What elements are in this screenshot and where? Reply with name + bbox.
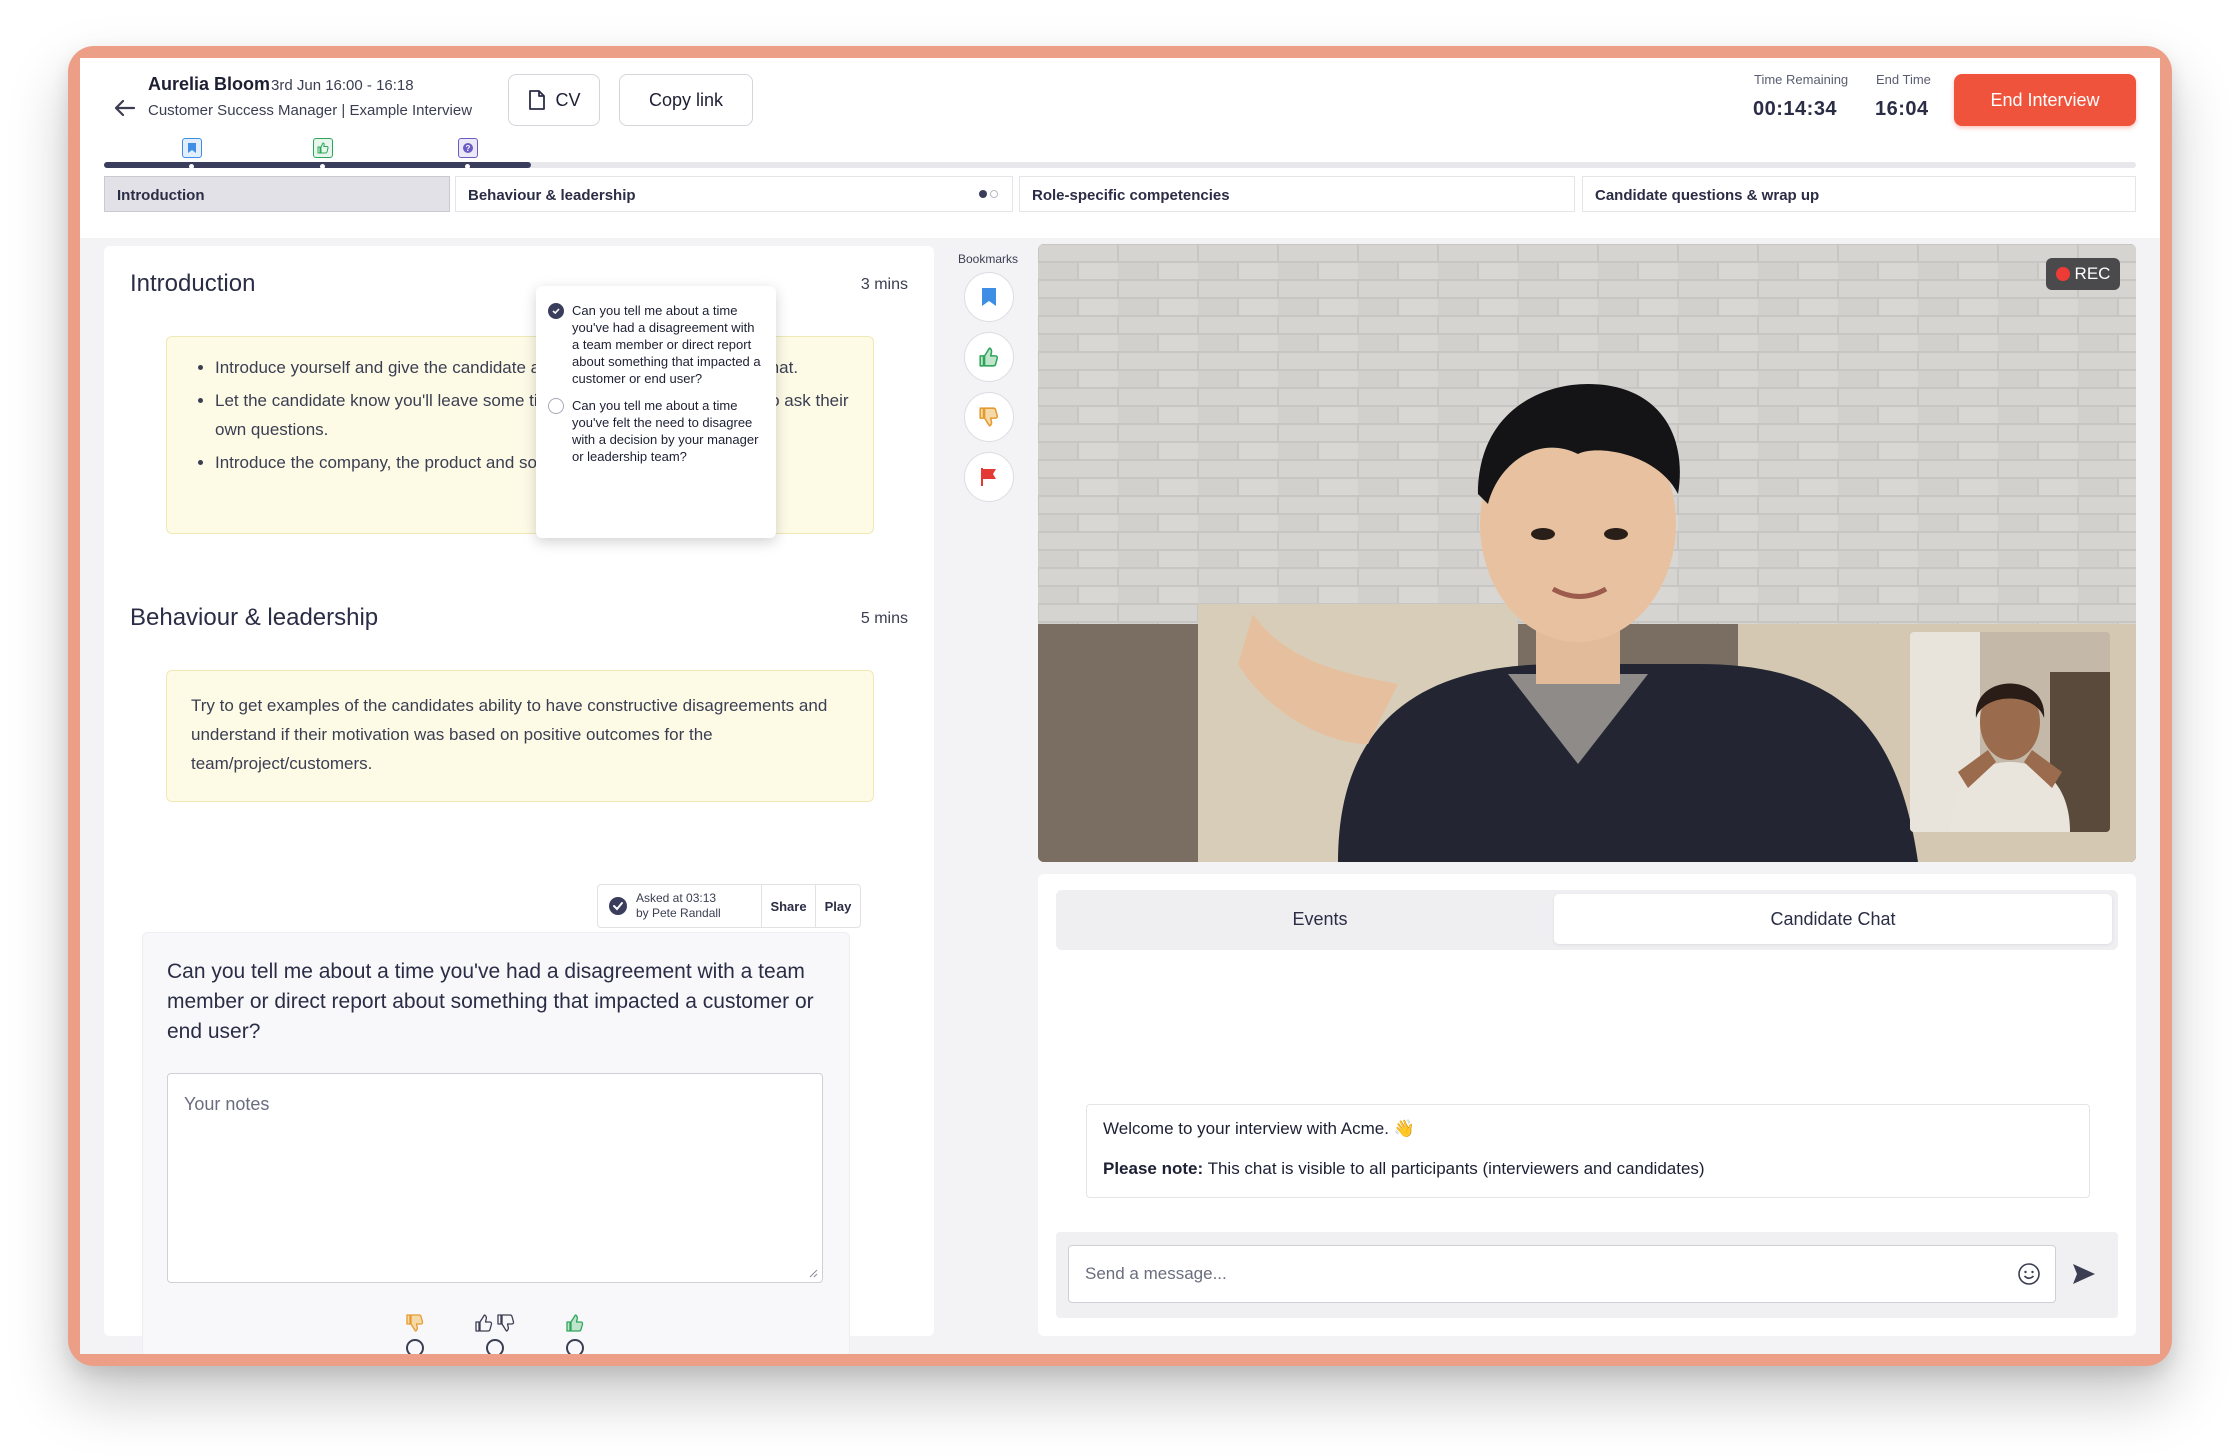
behaviour-section-duration: 5 mins (860, 610, 908, 627)
notes-placeholder: Your notes (184, 1094, 270, 1114)
candidate-pip-video (1910, 632, 2110, 832)
recording-label: REC (2074, 264, 2111, 283)
cv-button[interactable]: CV (508, 74, 600, 126)
privacy-note: Please note: This chat is visible to all… (1103, 1159, 2073, 1179)
check-circle-icon (609, 897, 627, 915)
question-card: Can you tell me about a time you've had … (142, 932, 850, 1354)
progress-marker-dot (320, 164, 325, 169)
message-composer: Send a message... (1056, 1232, 2118, 1318)
thumbs-up-icon (475, 1314, 493, 1332)
message-input[interactable]: Send a message... (1068, 1245, 2056, 1303)
rating-positive[interactable] (545, 1313, 605, 1354)
question-progress-dots (979, 190, 998, 198)
tab-events[interactable]: Events (1060, 894, 1580, 944)
emoji-icon[interactable] (2017, 1262, 2041, 1286)
message-placeholder: Send a message... (1085, 1264, 1227, 1283)
rating-neutral[interactable] (465, 1313, 525, 1354)
asked-by: by Pete Randall (636, 906, 721, 920)
bookmarks-column: Bookmarks (950, 246, 1026, 526)
welcome-text: Welcome to your interview with Acme. 👋 (1103, 1119, 1415, 1138)
section-tab-wrap-up[interactable]: Candidate questions & wrap up (1582, 176, 2136, 212)
tab-candidate-chat[interactable]: Candidate Chat (1554, 894, 2112, 944)
checked-radio-icon (548, 303, 564, 319)
thumbs-down-icon (406, 1314, 424, 1332)
behaviour-section-title: Behaviour & leadership (130, 604, 379, 631)
popover-question-text: Can you tell me about a time you've felt… (572, 398, 759, 464)
rating-negative[interactable] (385, 1313, 445, 1354)
top-header: Aurelia Bloom 3rd Jun 16:00 - 16:18 Cust… (80, 58, 2160, 238)
popover-question-item[interactable]: Can you tell me about a time you've had … (548, 302, 764, 387)
progress-marker-dot (465, 164, 470, 169)
question-icon: ? (463, 143, 473, 153)
progress-thumbs-up-marker[interactable] (313, 138, 333, 158)
play-button[interactable]: Play (816, 885, 860, 927)
interview-progress-bar (104, 162, 2136, 168)
section-tab-introduction[interactable]: Introduction (104, 176, 450, 212)
thumbs-up-icon (979, 347, 999, 367)
intro-section-title: Introduction (130, 270, 256, 297)
recording-dot-icon (2055, 267, 2070, 281)
document-icon (529, 90, 546, 110)
time-remaining-label: Time Remaining (1754, 72, 1849, 87)
candidate-video-image (1910, 632, 2110, 832)
question-text: Can you tell me about a time you've had … (167, 960, 814, 1043)
end-time-label: End Time (1876, 72, 1931, 87)
question-meta-bar: Asked at 03:13 by Pete Randall Share Pla… (597, 884, 861, 928)
copy-link-button[interactable]: Copy link (619, 74, 753, 126)
section-tab-behaviour-leadership[interactable]: Behaviour & leadership (455, 176, 1013, 212)
note-text: This chat is visible to all participants… (1203, 1159, 1705, 1178)
flag-button[interactable] (964, 452, 1014, 502)
note-label: Please note: (1103, 1159, 1204, 1178)
progress-question-marker[interactable]: ? (458, 138, 478, 158)
time-remaining-value: 00:14:34 (1753, 98, 1838, 120)
share-button[interactable]: Share (762, 885, 816, 927)
interview-schedule: 3rd Jun 16:00 - 16:18 (271, 77, 414, 94)
app-window: Aurelia Bloom 3rd Jun 16:00 - 16:18 Cust… (80, 58, 2160, 1354)
unchecked-radio-icon (548, 398, 564, 414)
thumbs-up-icon (566, 1314, 584, 1332)
question-list-popover: Can you tell me about a time you've had … (536, 286, 776, 538)
end-time-value: 16:04 (1875, 98, 1929, 120)
flag-icon (981, 468, 996, 486)
popover-question-item[interactable]: Can you tell me about a time you've felt… (548, 397, 764, 465)
system-chat-message: Welcome to your interview with Acme. 👋 P… (1086, 1104, 2090, 1198)
section-tab-label: Behaviour & leadership (468, 187, 636, 204)
progress-marker-dot (189, 164, 194, 169)
recording-badge: REC (2046, 258, 2120, 290)
bookmark-icon (982, 288, 996, 306)
candidate-name: Aurelia Bloom (148, 74, 271, 94)
behaviour-guidance-box: Try to get examples of the candidates ab… (166, 670, 874, 802)
thumbs-down-icon (497, 1314, 515, 1332)
resize-handle-icon[interactable] (808, 1268, 818, 1278)
thumbs-up-button[interactable] (964, 332, 1014, 382)
asked-time: Asked at 03:13 (636, 891, 717, 905)
chat-tabs: Events Candidate Chat (1056, 890, 2118, 950)
thumbs-up-icon (317, 142, 329, 154)
svg-text:?: ? (466, 144, 471, 153)
intro-section-duration: 3 mins (860, 276, 908, 293)
progress-bookmark-marker[interactable] (182, 138, 202, 158)
bookmark-icon (188, 143, 196, 153)
chat-panel: Events Candidate Chat Welcome to your in… (1038, 874, 2136, 1336)
copy-link-label: Copy link (648, 89, 724, 110)
asked-info: Asked at 03:13 by Pete Randall (598, 885, 762, 927)
popover-question-text: Can you tell me about a time you've had … (572, 303, 761, 386)
back-arrow-icon[interactable] (104, 88, 144, 128)
bookmark-button[interactable] (964, 272, 1014, 322)
thumbs-down-button[interactable] (964, 392, 1014, 442)
thumbs-down-icon (979, 407, 999, 427)
end-interview-button[interactable]: End Interview (1954, 74, 2136, 126)
section-tab-role-specific[interactable]: Role-specific competencies (1019, 176, 1575, 212)
cv-button-label: CV (555, 89, 581, 110)
notes-textarea[interactable]: Your notes (167, 1073, 823, 1283)
bookmarks-label: Bookmarks (957, 252, 1019, 266)
video-feed: REC (1038, 244, 2136, 862)
interview-role: Customer Success Manager | Example Inter… (148, 102, 473, 119)
send-icon[interactable] (2070, 1260, 2098, 1288)
